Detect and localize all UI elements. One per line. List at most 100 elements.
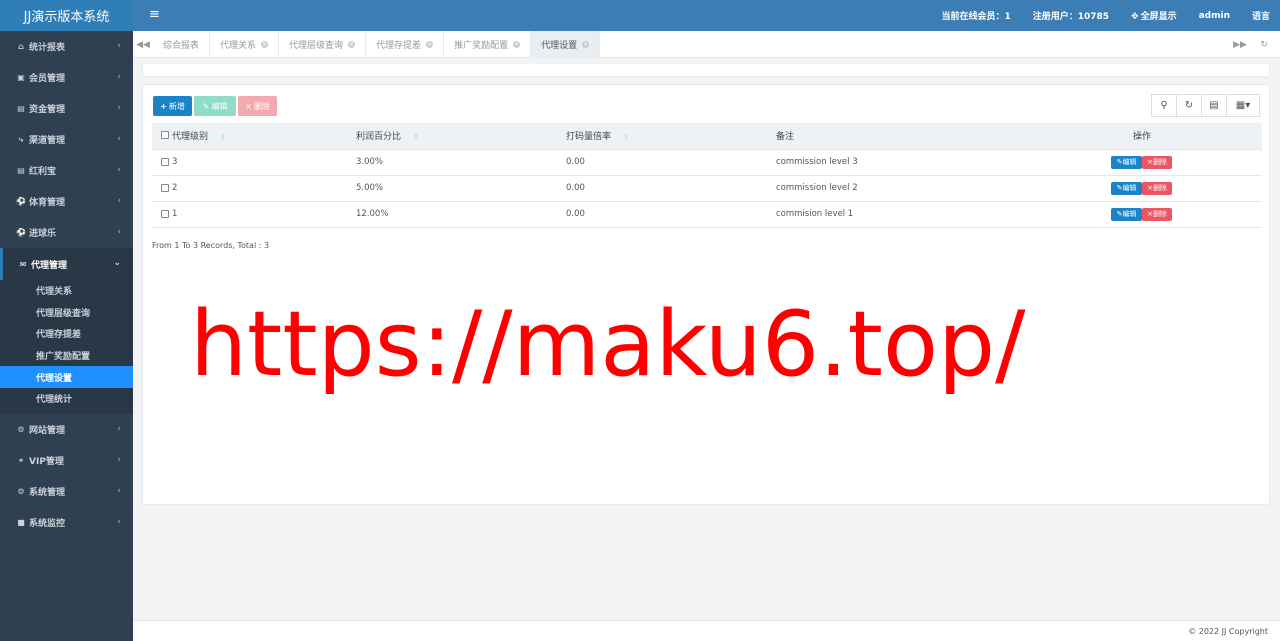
sidebar-subitem-agent-deposit-diff[interactable]: 代理存提差 (0, 323, 133, 345)
select-all-checkbox[interactable] (161, 131, 169, 140)
registered-users: 注册用户：10785 (1032, 12, 1110, 22)
watermark-text: https://maku6.top/ (190, 292, 1026, 397)
row-delete-button[interactable]: × 删除 (1142, 155, 1172, 169)
fullscreen-button[interactable]: ✥ 全屏显示 (1131, 9, 1177, 22)
sidebar-item-goal[interactable]: ⚽ 进球乐 ‹ (0, 217, 133, 248)
close-icon[interactable]: × (582, 41, 590, 48)
sidebar-item-label: 进球乐 (29, 229, 57, 239)
table-tools: ⚲ ↻ ▤ ▦▾ (1151, 94, 1260, 117)
sidebar-item-label: 会员管理 (29, 74, 66, 84)
refresh-tab-icon[interactable]: ↻ (1254, 31, 1274, 58)
app-title[interactable]: JJ演示版本系统 (0, 0, 133, 31)
header-right: 当前在线会员：1 注册用户：10785 ✥ 全屏显示 admin 语言 (919, 0, 1270, 31)
close-icon[interactable]: × (348, 41, 356, 48)
sidebar-item-label: 统计报表 (29, 43, 66, 53)
cell-level: 1 (172, 201, 356, 228)
export-icon[interactable]: ▤ (1201, 94, 1227, 117)
delete-button[interactable]: × 删除 (238, 96, 277, 116)
row-checkbox[interactable] (161, 157, 169, 166)
online-members: 当前在线会员：1 (941, 12, 1011, 22)
user-menu[interactable]: admin (1199, 11, 1230, 21)
row-delete-button[interactable]: × 删除 (1142, 207, 1172, 221)
close-icon[interactable]: × (426, 41, 434, 48)
sidebar-item-system[interactable]: ⚙ 系统管理 ‹ (0, 476, 133, 507)
table-row[interactable]: 3 3.00% 0.00 commission level 3 ✎ 编辑 × 删除 (152, 149, 1262, 176)
table-row[interactable]: 2 5.00% 0.00 commission level 2 ✎ 编辑 × 删除 (152, 175, 1262, 202)
chevron-left-icon: ‹ (117, 165, 121, 175)
sidebar-item-label: 体育管理 (29, 198, 66, 208)
table-row[interactable]: 1 12.00% 0.00 commision level 1 ✎ 编辑 × 删除 (152, 201, 1262, 228)
share-icon: ⤷ (18, 134, 24, 144)
tab-agent-level-query[interactable]: 代理层级查询 × (279, 31, 367, 58)
tab-agent-settings[interactable]: 代理设置 × (531, 31, 601, 58)
sort-icon: ⇕ (623, 133, 629, 142)
chevron-left-icon: ‹ (117, 196, 121, 206)
language-menu[interactable]: 语言 (1252, 9, 1270, 22)
column-header[interactable]: 代理级别 ⇕ (172, 123, 356, 150)
column-header[interactable]: 利润百分比 ⇕ (356, 123, 566, 150)
sidebar-item-label: 渠道管理 (29, 136, 66, 146)
times-icon: × (245, 101, 252, 111)
sidebar-subitem-agent-level-query[interactable]: 代理层级查询 (0, 302, 133, 324)
chevron-left-icon: ‹ (117, 103, 121, 113)
tab-agent-deposit-diff[interactable]: 代理存提差 × (366, 31, 445, 58)
sidebar-item-label: 代理管理 (31, 260, 68, 271)
tab-scroll-right-icon[interactable]: ▶▶ (1230, 31, 1250, 58)
close-icon[interactable]: × (513, 41, 521, 48)
chevron-left-icon: ‹ (117, 227, 121, 237)
close-icon[interactable]: × (261, 41, 269, 48)
database-icon: ▤ (17, 104, 25, 113)
database-icon: ▤ (17, 166, 25, 175)
refresh-icon[interactable]: ↻ (1176, 94, 1202, 117)
tabs: 综合报表 代理关系 × 代理层级查询 × 代理存提差 × 推广奖励配置 × 代理设置 × (153, 31, 601, 58)
columns-toggle-icon[interactable]: ▦▾ (1226, 94, 1260, 117)
search-icon[interactable]: ⚲ (1151, 94, 1177, 117)
column-header[interactable]: 打码量倍率 ⇕ (566, 123, 776, 150)
video-camera-icon: ■ (17, 517, 25, 527)
menu-toggle-icon[interactable]: ≡ (149, 8, 160, 21)
sidebar-item-monitor[interactable]: ■ 系统监控 ‹ (0, 507, 133, 538)
sidebar-item-funds[interactable]: ▤ 资金管理 ‹ (0, 93, 133, 124)
cell-percent: 3.00% (356, 149, 566, 176)
tab-overview-report[interactable]: 综合报表 (153, 31, 211, 58)
chevron-left-icon: ‹ (117, 454, 121, 465)
column-header: 备注 (776, 123, 1053, 150)
row-checkbox[interactable] (161, 209, 169, 218)
sidebar-item-agents[interactable]: ✉ 代理管理 ⌄ (0, 248, 133, 280)
row-edit-button[interactable]: ✎ 编辑 (1111, 207, 1142, 221)
chevron-left-icon: ‹ (117, 516, 121, 527)
row-delete-button[interactable]: × 删除 (1142, 181, 1172, 195)
sidebar-subitem-agent-stats[interactable]: 代理统计 (0, 388, 133, 410)
envelope-icon: ✉ (19, 259, 27, 269)
sidebar-item-sports[interactable]: ⚽ 体育管理 ‹ (0, 186, 133, 217)
sidebar-item-channels[interactable]: ⤷ 渠道管理 ‹ (0, 124, 133, 155)
cell-rate: 0.00 (566, 201, 776, 228)
sidebar-item-label: 系统管理 (29, 487, 66, 498)
edit-button[interactable]: ✎ 编辑 (194, 96, 236, 116)
top-header: ≡ 当前在线会员：1 注册用户：10785 ✥ 全屏显示 admin 语言 (133, 0, 1280, 31)
sidebar-item-vip[interactable]: ⚭ VIP管理 ‹ (0, 445, 133, 476)
sidebar-item-stats[interactable]: ⌂ 统计报表 ‹ (0, 31, 133, 62)
sidebar-subitem-agent-relation[interactable]: 代理关系 (0, 280, 133, 302)
tab-agent-relation[interactable]: 代理关系 × (210, 31, 280, 58)
tab-promo-reward[interactable]: 推广奖励配置 × (444, 31, 532, 58)
plus-icon: + (160, 101, 167, 111)
sidebar-subitem-promo-reward[interactable]: 推广奖励配置 (0, 345, 133, 367)
cell-note: commission level 2 (776, 175, 1053, 202)
sidebar-subitem-agent-settings[interactable]: 代理设置 (0, 366, 133, 388)
tab-scroll-left-icon[interactable]: ◀◀ (133, 31, 153, 58)
pagination-info: From 1 To 3 Records, Total : 3 (152, 241, 270, 250)
edit-icon: ✎ (202, 101, 210, 111)
sidebar-item-members[interactable]: ▣ 会员管理 ‹ (0, 62, 133, 93)
chevron-left-icon: ‹ (117, 134, 121, 144)
sidebar-item-bonus[interactable]: ▤ 红利宝 ‹ (0, 155, 133, 186)
lock-icon: ⚭ (17, 455, 25, 465)
row-edit-button[interactable]: ✎ 编辑 (1111, 181, 1142, 195)
add-button[interactable]: + 新增 (153, 96, 192, 116)
user-card-icon: ▣ (17, 73, 25, 82)
sidebar-item-website[interactable]: ⚙ 网站管理 ‹ (0, 414, 133, 445)
search-panel (142, 64, 1270, 77)
row-checkbox[interactable] (161, 183, 169, 192)
row-edit-button[interactable]: ✎ 编辑 (1111, 155, 1142, 169)
soccer-icon: ⚽ (16, 228, 26, 237)
